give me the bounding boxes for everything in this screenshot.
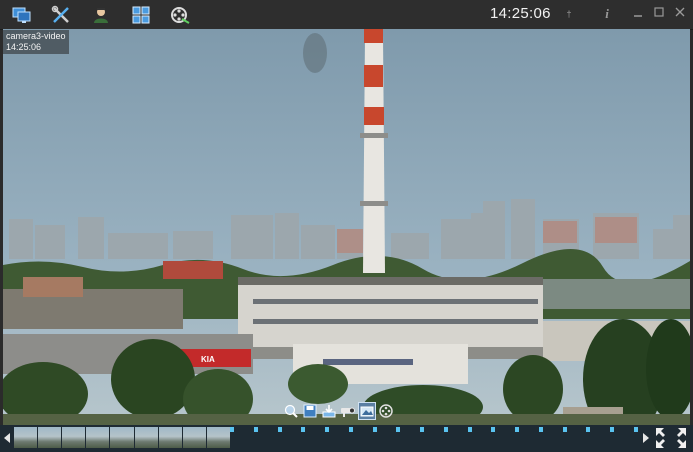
top-toolbar: 14:25:06 † i — [0, 0, 693, 30]
timeline-tick — [230, 427, 234, 432]
timeline-tick — [634, 427, 638, 432]
timeline-tick — [325, 427, 330, 432]
info-icon[interactable]: i — [600, 6, 614, 22]
timeline-tick — [443, 427, 448, 432]
timeline-thumbnail[interactable] — [182, 427, 206, 448]
timeline-tick — [301, 427, 306, 432]
camera-timestamp-label: 14:25:06 — [6, 42, 42, 52]
timeline-thumbnail[interactable] — [38, 427, 62, 448]
timeline-tick — [253, 427, 258, 432]
timeline-tick — [467, 427, 472, 432]
timeline-thumbnail[interactable] — [62, 427, 86, 448]
snapshot-icon[interactable] — [358, 402, 376, 420]
timeline-prev-icon[interactable] — [3, 431, 11, 443]
save-icon[interactable] — [302, 403, 318, 419]
timeline-tick — [562, 427, 567, 432]
close-icon[interactable] — [673, 6, 687, 22]
playback-controls — [283, 402, 394, 420]
camera-video-view[interactable]: KIA — [3, 29, 690, 425]
timeline-ticks[interactable] — [230, 427, 640, 448]
timeline-thumbnail[interactable] — [110, 427, 134, 448]
timeline-tick — [491, 427, 496, 432]
pin-icon[interactable]: † — [562, 6, 576, 22]
timeline-thumbnail[interactable] — [86, 427, 110, 448]
clock-display: 14:25:06 — [490, 5, 551, 22]
timeline-tick — [610, 427, 615, 432]
user-icon[interactable] — [90, 4, 112, 26]
layout-grid-icon[interactable] — [130, 4, 152, 26]
settings-tools-icon[interactable] — [50, 4, 72, 26]
fullscreen-icon[interactable] — [652, 425, 690, 451]
timeline-thumbnail[interactable] — [134, 427, 158, 448]
camera-scene: KIA — [3, 29, 690, 425]
monitors-icon[interactable] — [11, 4, 33, 26]
timeline-thumbnail-strip[interactable] — [14, 427, 230, 448]
export-icon[interactable] — [321, 403, 337, 419]
timeline-tick — [515, 427, 520, 432]
timeline-tick — [420, 427, 425, 432]
timeline-tick — [538, 427, 543, 432]
ptz-camera-icon[interactable] — [340, 403, 356, 419]
timeline-bar[interactable] — [0, 425, 693, 452]
camera-name-label: camera3-video — [6, 31, 66, 41]
maximize-icon[interactable] — [652, 6, 666, 22]
zoom-icon[interactable] — [283, 403, 299, 419]
timeline-thumbnail[interactable] — [158, 427, 182, 448]
film-reel-icon[interactable] — [378, 403, 394, 419]
timeline-thumbnail[interactable] — [206, 427, 230, 448]
kia-sign-text: KIA — [201, 355, 215, 364]
timeline-tick — [586, 427, 591, 432]
timeline-thumbnail[interactable] — [14, 427, 38, 448]
timeline-tick — [396, 427, 401, 432]
video-film-icon[interactable] — [169, 4, 191, 26]
camera-info-overlay: camera3-video 14:25:06 — [3, 30, 69, 54]
timeline-tick — [277, 427, 282, 432]
minimize-icon[interactable] — [631, 6, 645, 22]
timeline-tick — [348, 427, 353, 432]
timeline-next-icon[interactable] — [642, 431, 650, 443]
timeline-tick — [372, 427, 377, 432]
